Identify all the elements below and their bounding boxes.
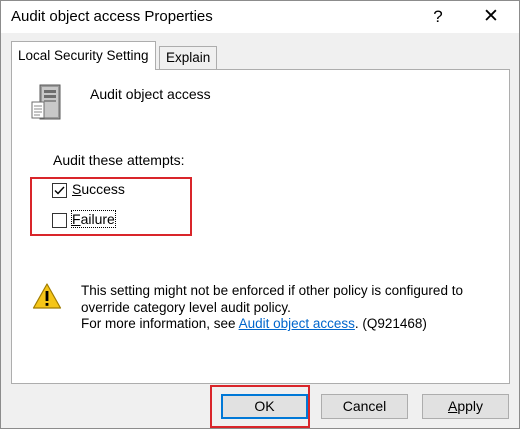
close-button[interactable]: ✕	[474, 5, 508, 29]
help-button[interactable]: ?	[421, 5, 455, 29]
server-icon	[31, 84, 61, 120]
window-title: Audit object access Properties	[11, 8, 213, 25]
cancel-button[interactable]: Cancel	[321, 394, 408, 419]
success-label: Success	[72, 181, 125, 197]
policy-name: Audit object access	[90, 86, 211, 102]
warning-line-1: This setting might not be enforced if ot…	[81, 283, 463, 298]
checkmark-icon	[54, 186, 65, 195]
audit-attempts-label: Audit these attempts:	[53, 152, 185, 168]
ok-button[interactable]: OK	[221, 394, 308, 419]
warning-message: This setting might not be enforced if ot…	[81, 283, 501, 333]
warning-line-2: override category level audit policy.	[81, 299, 291, 315]
tab-panel: Audit object access Audit these attempts…	[11, 69, 510, 384]
tab-local-security-setting[interactable]: Local Security Setting	[11, 41, 156, 70]
warning-line-3: For more information, see Audit object a…	[81, 316, 427, 331]
success-checkbox[interactable]	[52, 183, 67, 198]
failure-checkbox[interactable]	[52, 213, 67, 228]
properties-dialog: Audit object access Properties ? ✕ Local…	[0, 0, 520, 429]
audit-object-access-link[interactable]: Audit object access	[239, 316, 355, 331]
apply-button[interactable]: Apply	[422, 394, 509, 419]
tab-explain[interactable]: Explain	[159, 46, 218, 69]
title-bar[interactable]: Audit object access Properties ? ✕	[1, 1, 519, 33]
warning-icon	[32, 283, 62, 309]
failure-label: Failure	[71, 210, 116, 228]
